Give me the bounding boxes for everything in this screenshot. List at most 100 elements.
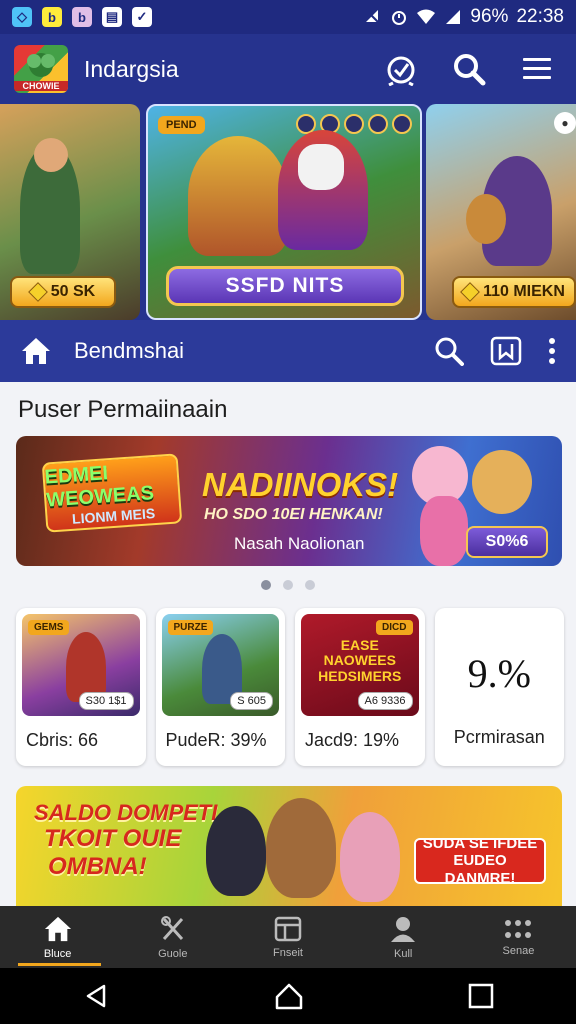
person-icon <box>391 916 416 942</box>
pager-dot-active[interactable] <box>261 580 271 590</box>
game-card[interactable]: DICD EASE NAOWEES HEDSIMERS A6 9336 Jacd… <box>295 608 425 766</box>
stat-value: 9.% <box>467 651 531 696</box>
no-signal-icon <box>365 9 382 25</box>
back-icon[interactable] <box>82 982 110 1010</box>
app-title: Indargsia <box>84 55 179 82</box>
nav-label: Kull <box>394 947 413 960</box>
slide-badge[interactable]: 110 MIEKN <box>452 276 576 308</box>
wifi-icon <box>417 9 436 24</box>
app-logo[interactable]: CHOWIE <box>14 45 68 93</box>
card-price: A6 9336 <box>357 692 413 710</box>
section-toolbar-title: Bendmshai <box>74 338 185 363</box>
b-app-icon: b <box>42 7 62 27</box>
section-toolbar: Bendmshai <box>0 320 576 382</box>
nav-item-tools[interactable]: Guole <box>115 906 230 968</box>
card-label: PudeR: 39% <box>165 730 267 750</box>
card-price: S30 1$1 <box>78 692 134 710</box>
layout-icon <box>274 916 302 941</box>
slide-badge-label: 110 MIEKN <box>483 283 565 300</box>
featured-carousel[interactable]: 50 SK PEND SSFD NITS ● 110 MIEKN <box>0 104 576 322</box>
home-icon[interactable] <box>20 336 52 366</box>
promo-subline: HO SDO 10EI HENKAN! <box>204 506 383 523</box>
carousel-pager <box>0 580 576 590</box>
carousel-slide[interactable]: ● 110 MIEKN <box>426 104 576 320</box>
game-card-image: PURZE S 605 <box>161 614 279 716</box>
bookmark-icon[interactable] <box>490 336 522 366</box>
app-header: CHOWIE Indargsia <box>0 34 576 104</box>
banner-button[interactable]: SUDA SE IFDEE EUDEO DANMRE! <box>414 835 546 887</box>
promo-note: Nasah Naolionan <box>234 534 365 553</box>
banner-text: SALDO DOMPETI TKOIT OUIE OMBNA! <box>34 800 217 880</box>
nav-item-more[interactable]: Senae <box>461 906 576 968</box>
battery-level: 96% <box>470 6 509 27</box>
checkbox-app-icon: ✓ <box>132 7 152 27</box>
game-card-image: DICD EASE NAOWEES HEDSIMERS A6 9336 <box>301 614 419 716</box>
slide-cta-button[interactable]: SSFD NITS <box>166 266 404 306</box>
nav-label: Senae <box>502 944 535 957</box>
card-label: Cbris: 66 <box>26 730 99 750</box>
pager-dot[interactable] <box>283 580 293 590</box>
home-icon <box>44 916 71 941</box>
hamburger-menu-icon <box>523 58 551 79</box>
nav-label: Bluce <box>43 947 72 960</box>
banner-line3: OMBNA! <box>48 852 147 880</box>
wallet-promo-banner[interactable]: SALDO DOMPETI TKOIT OUIE OMBNA! SUDA SE … <box>16 786 562 908</box>
card-price: S 605 <box>230 692 273 710</box>
cell-signal-icon <box>446 10 461 24</box>
bunny-body-artwork <box>420 496 468 566</box>
shield-artwork <box>466 194 506 244</box>
game-cards-row: GEMS S30 1$1 Cbris: 66 PURZE S 605 PudeR… <box>16 608 564 766</box>
recents-icon[interactable] <box>468 983 494 1009</box>
carousel-slide-main[interactable]: PEND SSFD NITS <box>146 104 422 320</box>
card-art-title: EASE NAOWEES HEDSIMERS <box>318 637 402 684</box>
gem-icon <box>27 282 48 302</box>
phone-app-icon: ◇ <box>12 7 32 27</box>
more-options-icon[interactable] <box>548 337 556 365</box>
nav-label: Fnseit <box>273 946 303 959</box>
pager-dot[interactable] <box>305 580 315 590</box>
banner-button-line2: EUDEO DANMRE! <box>444 852 516 887</box>
search-icon <box>454 54 486 86</box>
promo-headline: NADIINOKS! <box>202 466 399 503</box>
game-card[interactable]: GEMS S30 1$1 Cbris: 66 <box>16 608 146 766</box>
bottom-navigation: Bluce Guole Fnseit Kull Senae <box>0 906 576 968</box>
nav-item-profile[interactable]: Kull <box>346 906 461 968</box>
gem-icon <box>460 282 480 302</box>
card-label: Jacd9: 19% <box>305 730 400 750</box>
system-navigation-bar <box>0 968 576 1024</box>
slide-badge[interactable]: 50 SK <box>10 276 116 308</box>
nav-label: Guole <box>158 947 188 960</box>
character-artwork <box>266 798 336 898</box>
clock: 22:38 <box>516 6 564 27</box>
pin-icon[interactable]: ● <box>554 112 576 134</box>
mask-artwork <box>298 144 344 190</box>
banner-line2: TKOIT OUIE <box>44 825 182 853</box>
card-tag: PURZE <box>167 620 214 635</box>
home-nav-icon[interactable] <box>274 982 304 1010</box>
character-artwork <box>206 806 266 896</box>
menu-button[interactable] <box>520 52 554 86</box>
nav-item-home[interactable]: Bluce <box>0 906 115 968</box>
game-card[interactable]: PURZE S 605 PudeR: 39% <box>155 608 285 766</box>
promo-button[interactable]: S0%6 <box>466 526 548 558</box>
viking-character-artwork <box>472 450 532 514</box>
search-icon[interactable] <box>434 336 464 366</box>
card-tag: GEMS <box>28 620 70 635</box>
slide-tag: PEND <box>158 116 205 134</box>
hero-head-artwork <box>34 138 68 172</box>
promo-logo-line1: EDMEI WEOWEAS <box>43 462 155 512</box>
timer-button[interactable] <box>384 52 418 86</box>
stat-card[interactable]: 9.% Pcrmirasan <box>434 608 564 766</box>
hero-artwork <box>188 136 288 256</box>
grid-icon <box>505 919 532 938</box>
game-card-image: GEMS S30 1$1 <box>22 614 140 716</box>
slide-badge-label: 50 SK <box>50 283 96 300</box>
section-title: Puser Permaiinaain <box>18 396 228 423</box>
character-artwork <box>340 812 400 902</box>
timer-icon <box>387 56 415 86</box>
carousel-slide[interactable]: 50 SK <box>0 104 140 320</box>
nav-item-layout[interactable]: Fnseit <box>230 906 345 968</box>
search-button[interactable] <box>452 52 486 86</box>
promo-banner[interactable]: EDMEI WEOWEAS LIONM MEIS NADIINOKS! HO S… <box>16 436 562 566</box>
card-tag: DICD <box>376 620 413 635</box>
